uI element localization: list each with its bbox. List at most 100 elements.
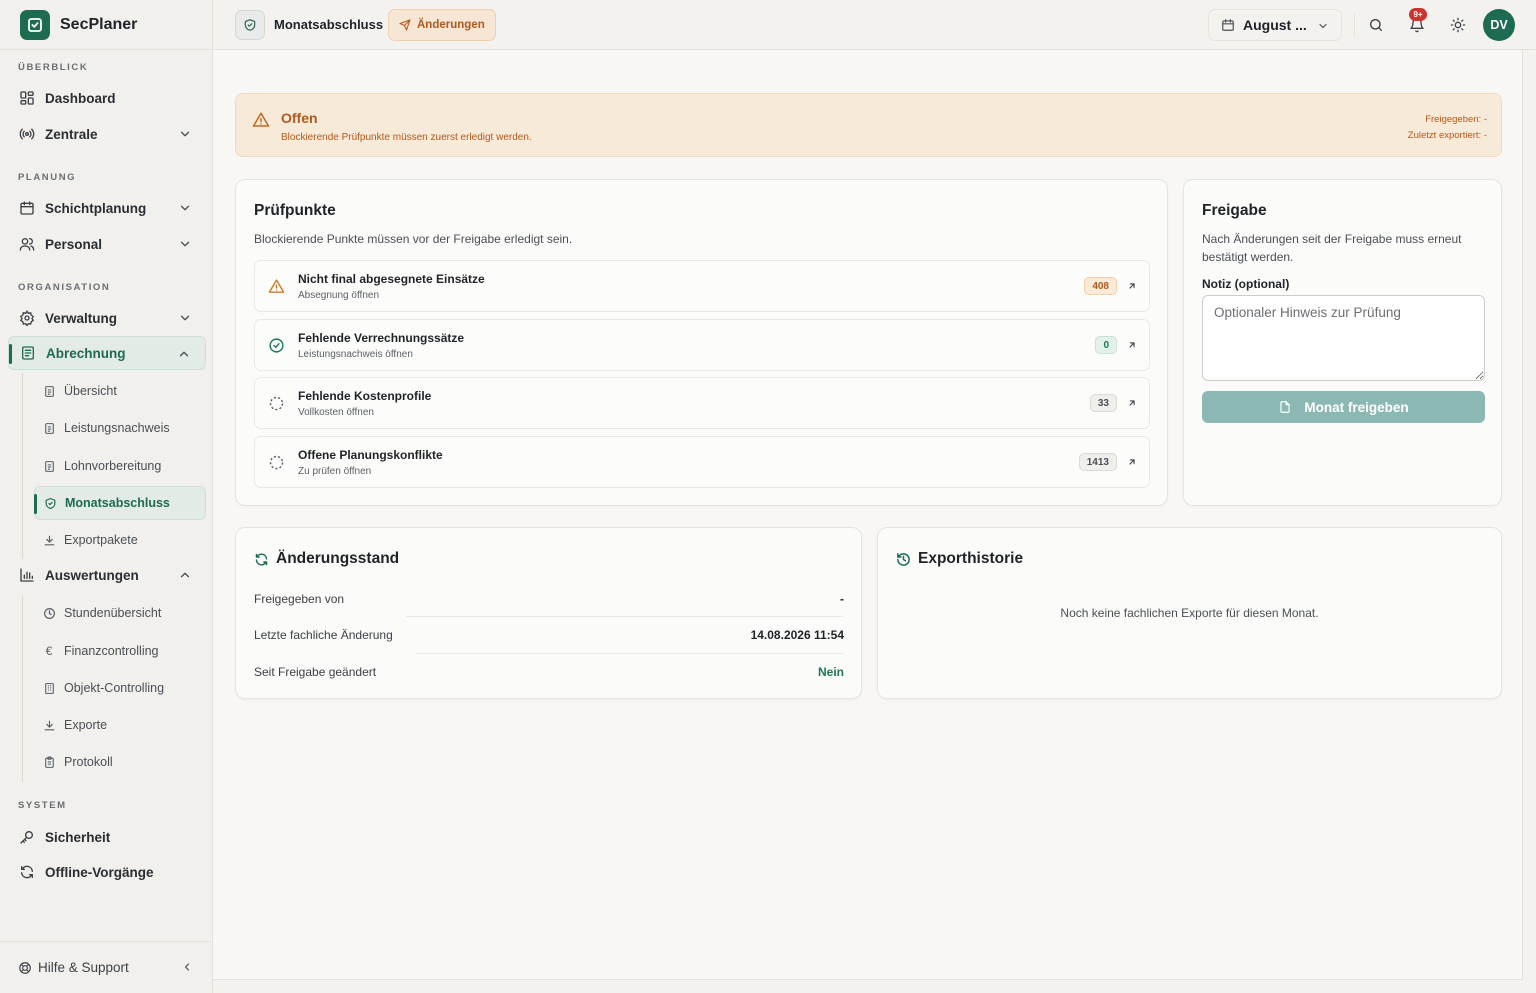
subtree-line — [22, 596, 23, 782]
check-item-title: Fehlende Kostenprofile — [298, 389, 432, 403]
release-subtitle: Nach Änderungen seit der Freigabe muss e… — [1202, 232, 1462, 264]
sidebar-item-zentrale[interactable]: Zentrale — [8, 117, 206, 151]
check-item[interactable]: Nicht final abgesegnete Einsätze Absegnu… — [254, 260, 1150, 312]
check-item[interactable]: Fehlende Kostenprofile Vollkosten öffnen… — [254, 377, 1150, 429]
send-icon — [399, 19, 411, 31]
refresh-icon — [18, 863, 36, 881]
brand[interactable]: SecPlaner — [20, 10, 137, 40]
status-title: Offen — [281, 110, 318, 126]
key-icon — [18, 828, 36, 846]
exported-info: Zuletzt exportiert: - — [1407, 130, 1487, 141]
check-count-badge: 1413 — [1078, 453, 1117, 471]
sidebar-subitem-exportpakete[interactable]: Exportpakete — [34, 523, 206, 557]
collapse-sidebar-icon[interactable] — [181, 961, 193, 973]
arrow-up-right-icon[interactable] — [1127, 281, 1137, 291]
section-label-overview: ÜBERBLICK — [18, 62, 89, 73]
download-icon — [42, 533, 56, 547]
search-button[interactable] — [1366, 15, 1386, 35]
check-item-link[interactable]: Absegnung öffnen — [298, 290, 379, 301]
sidebar-item-dashboard[interactable]: Dashboard — [8, 81, 206, 115]
check-item-title: Nicht final abgesegnete Einsätze — [298, 272, 485, 286]
sidebar-item-schichtplanung[interactable]: Schichtplanung — [8, 191, 206, 225]
sidebar-item-label: Zentrale — [45, 126, 98, 142]
sidebar-subitem-exporte[interactable]: Exporte — [34, 708, 206, 742]
check-item-link[interactable]: Leistungsnachweis öffnen — [298, 349, 413, 360]
sidebar-subitem-label: Objekt-Controlling — [64, 681, 165, 695]
avatar[interactable]: DV — [1483, 9, 1515, 41]
shield-check-icon — [43, 496, 57, 510]
chevron-up-icon — [179, 351, 189, 357]
arrow-up-right-icon[interactable] — [1127, 340, 1137, 350]
sidebar-item-offline-vorgaenge[interactable]: Offline-Vorgänge — [8, 855, 206, 889]
sidebar-subitem-stundenuebersicht[interactable]: Stundenübersicht — [34, 596, 206, 630]
changes-title-label: Änderungsstand — [276, 550, 400, 567]
month-selector[interactable]: August ... — [1208, 9, 1342, 41]
file-icon — [42, 459, 56, 473]
sidebar-subitem-finanzcontrolling[interactable]: € Finanzcontrolling — [34, 634, 206, 668]
check-item-link[interactable]: Vollkosten öffnen — [298, 407, 374, 418]
sidebar-item-sicherheit[interactable]: Sicherheit — [8, 820, 206, 854]
section-label-system: SYSTEM — [18, 800, 67, 811]
changes-row-label: Seit Freigabe geändert — [254, 665, 377, 679]
sidebar-subitem-label: Lohnvorbereitung — [64, 459, 162, 473]
note-textarea[interactable] — [1202, 295, 1485, 381]
sidebar-item-auswertungen[interactable]: Auswertungen — [8, 558, 206, 592]
sidebar-subitem-uebersicht[interactable]: Übersicht — [34, 374, 206, 408]
changes-row-value: 14.08.2026 11:54 — [750, 628, 844, 642]
check-item[interactable]: Fehlende Verrechnungssätze Leistungsnach… — [254, 319, 1150, 371]
section-label-organisation: ORGANISATION — [18, 282, 111, 293]
sidebar-item-label: Abrechnung — [46, 345, 126, 361]
sidebar-item-personal[interactable]: Personal — [8, 227, 206, 261]
sidebar-subitem-protokoll[interactable]: Protokoll — [34, 745, 206, 779]
chevron-down-icon — [180, 205, 190, 211]
search-icon — [1370, 19, 1382, 31]
sidebar-item-label: Personal — [45, 236, 103, 252]
brand-logo-icon — [20, 10, 50, 40]
main-content: Offen Blockierende Prüfpunkte müssen zue… — [213, 50, 1523, 980]
file-check-icon — [1280, 401, 1291, 413]
checks-title: Prüfpunkte — [254, 202, 336, 219]
warning-icon — [268, 279, 285, 293]
sidebar-item-abrechnung[interactable]: Abrechnung — [8, 336, 206, 370]
check-item[interactable]: Offene Planungskonflikte Zu prüfen öffne… — [254, 436, 1150, 488]
release-card: Freigabe Nach Änderungen seit der Freiga… — [1183, 179, 1502, 506]
release-title: Freigabe — [1202, 202, 1267, 219]
check-item-link[interactable]: Zu prüfen öffnen — [298, 466, 371, 477]
changes-row-label: Letzte fachliche Änderung — [254, 628, 393, 642]
sidebar-subitem-objekt-controlling[interactable]: Objekt-Controlling — [34, 671, 206, 705]
arrow-up-right-icon[interactable] — [1127, 398, 1137, 408]
changes-row: Seit Freigabe geändert Nein — [254, 654, 844, 690]
sidebar-item-verwaltung[interactable]: Verwaltung — [8, 301, 206, 335]
changes-row: Freigegeben von - — [254, 581, 844, 617]
divider — [0, 49, 213, 50]
sidebar-subitem-label: Leistungsnachweis — [64, 421, 170, 435]
theme-toggle-button[interactable] — [1448, 15, 1468, 35]
changes-card: Änderungsstand Freigegeben von - Letzte … — [235, 527, 862, 699]
empty-state-text: Noch keine fachlichen Exporte für diesen… — [1060, 606, 1319, 620]
file-icon — [42, 384, 56, 398]
release-month-button[interactable]: Monat freigeben — [1202, 391, 1485, 423]
dashboard-icon — [18, 89, 36, 107]
sun-icon — [1450, 17, 1466, 33]
building-icon — [42, 681, 56, 695]
checks-subtitle: Blockierende Punkte müssen vor der Freig… — [254, 232, 573, 246]
sidebar-item-label: Sicherheit — [45, 829, 111, 845]
checks-card: Prüfpunkte Blockierende Punkte müssen vo… — [235, 179, 1168, 506]
sidebar-subitem-lohnvorbereitung[interactable]: Lohnvorbereitung — [34, 449, 206, 483]
arrow-up-right-icon[interactable] — [1127, 457, 1137, 467]
chevron-down-icon — [180, 315, 190, 321]
sidebar-subitem-leistungsnachweis[interactable]: Leistungsnachweis — [34, 411, 206, 445]
changes-badge[interactable]: Änderungen — [388, 9, 496, 41]
divider — [1354, 14, 1355, 36]
chevron-up-icon — [180, 572, 190, 578]
pending-circle-icon — [269, 455, 284, 470]
brand-name: SecPlaner — [60, 16, 138, 33]
status-text: Blockierende Prüfpunkte müssen zuerst er… — [281, 132, 532, 143]
help-support-link[interactable]: Hilfe & Support — [0, 941, 213, 993]
bar-chart-icon — [18, 566, 36, 584]
chevron-down-icon — [180, 241, 190, 247]
sidebar-subitem-monatsabschluss[interactable]: Monatsabschluss — [34, 486, 206, 520]
sidebar-item-label: Auswertungen — [45, 567, 139, 583]
status-alert: Offen Blockierende Prüfpunkte müssen zue… — [235, 93, 1502, 157]
changes-row-label: Freigegeben von — [254, 592, 345, 606]
